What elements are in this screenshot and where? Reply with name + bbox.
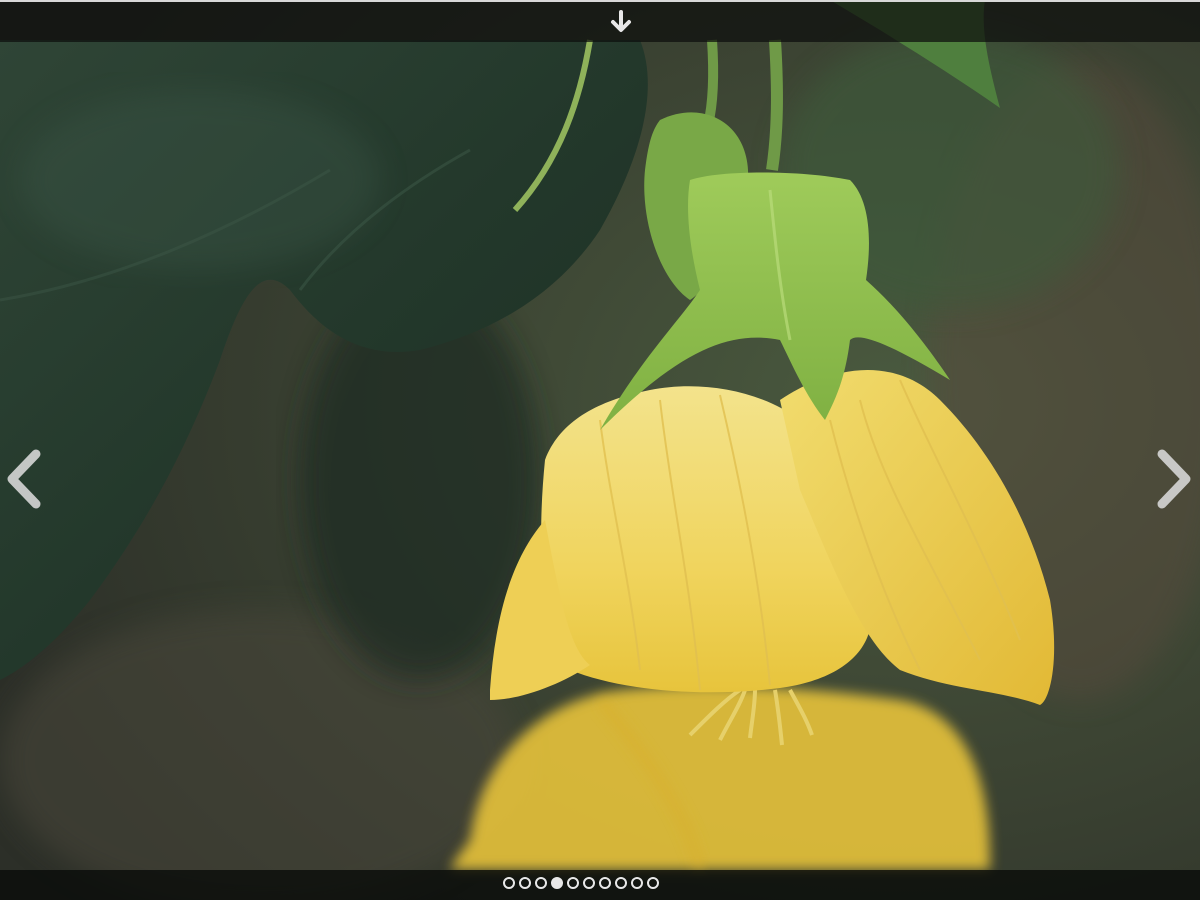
- slide-image: [0, 0, 1200, 900]
- pagination-dots: [503, 877, 659, 893]
- pagination-dot[interactable]: [583, 877, 595, 889]
- arrow-down-icon: [611, 10, 631, 32]
- next-slide-button[interactable]: [1152, 448, 1196, 510]
- pagination-dot[interactable]: [503, 877, 515, 889]
- image-viewer: [0, 0, 1200, 900]
- pagination-bar: [0, 870, 1200, 900]
- pagination-dot[interactable]: [567, 877, 579, 889]
- download-button[interactable]: [606, 8, 636, 38]
- pagination-dot[interactable]: [615, 877, 627, 889]
- pagination-dot[interactable]: [519, 877, 531, 889]
- pagination-dot[interactable]: [551, 877, 563, 889]
- pagination-dot[interactable]: [535, 877, 547, 889]
- chevron-right-icon: [1157, 449, 1191, 509]
- previous-slide-button[interactable]: [2, 448, 46, 510]
- pagination-dot[interactable]: [599, 877, 611, 889]
- pagination-dot[interactable]: [647, 877, 659, 889]
- chevron-left-icon: [7, 449, 41, 509]
- pagination-dot[interactable]: [631, 877, 643, 889]
- top-toolbar: [0, 0, 1200, 42]
